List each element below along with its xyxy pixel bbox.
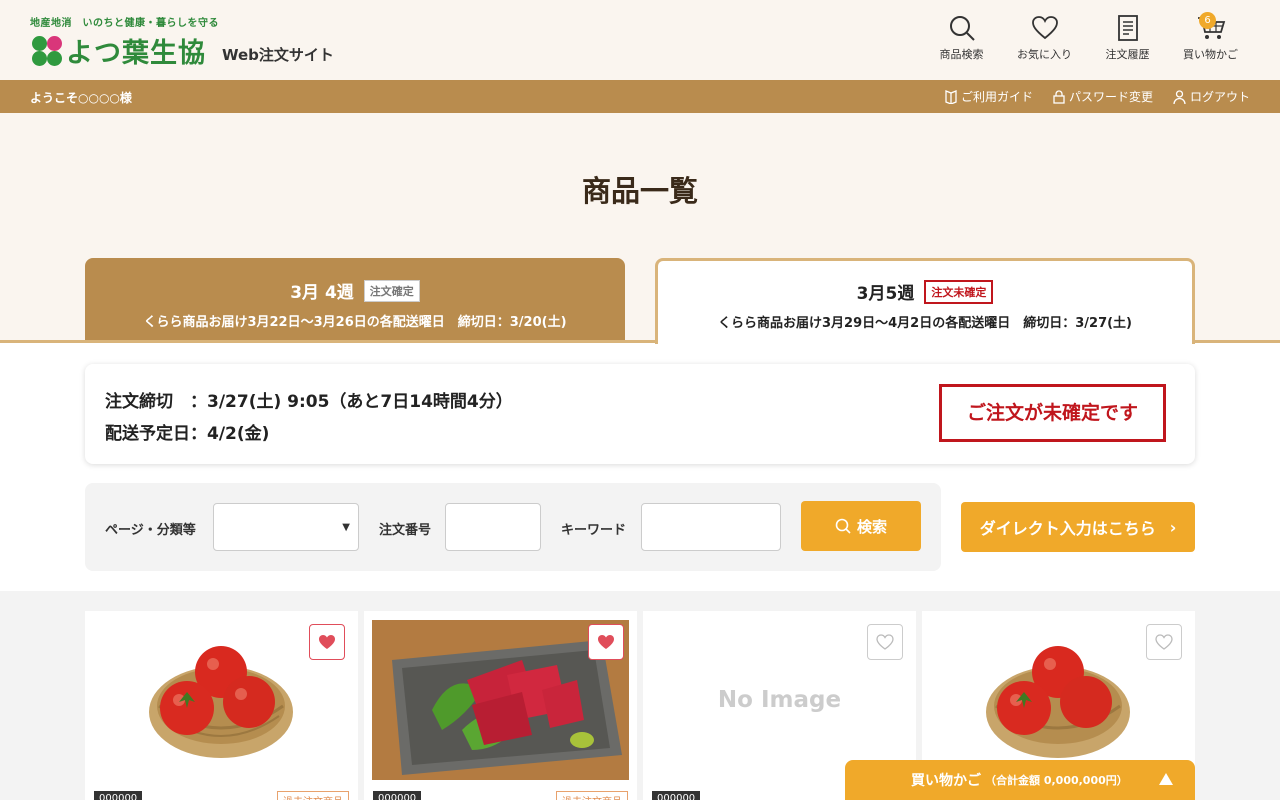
search-button[interactable]: 検索 bbox=[801, 501, 921, 551]
guide-link[interactable]: ご利用ガイド bbox=[945, 88, 1033, 105]
nav-label: 買い物かご bbox=[1183, 48, 1238, 61]
logout-link-label: ログアウト bbox=[1189, 90, 1250, 104]
search-button-label: 検索 bbox=[856, 517, 887, 536]
logout-link[interactable]: ログアウト bbox=[1173, 88, 1250, 105]
product-card[interactable]: 000000 過去注文商品 bbox=[85, 611, 358, 800]
status-badge: 注文未確定 bbox=[924, 279, 994, 304]
heart-icon bbox=[1031, 16, 1058, 40]
tab-week-label: 3月 4週 bbox=[290, 283, 354, 303]
lock-icon bbox=[1053, 89, 1065, 104]
direct-input-label: ダイレクト入力はこちら bbox=[979, 519, 1156, 538]
search-icon bbox=[835, 518, 851, 534]
chevron-right-icon: › bbox=[1169, 517, 1177, 537]
password-link-label: パスワード変更 bbox=[1068, 90, 1153, 104]
site-header: 地産地消 いのちと健康・暮らしを守る よつ葉生協 Web注文サイト 商品検索 お… bbox=[0, 0, 1280, 80]
product-code: 000000 bbox=[652, 791, 701, 800]
favorite-toggle[interactable] bbox=[867, 624, 903, 660]
nav-label: 商品検索 bbox=[939, 48, 984, 61]
delivery-date: 配送予定日：4/2(金) bbox=[105, 424, 270, 444]
nav-product-search[interactable]: 商品検索 bbox=[920, 14, 1003, 62]
dropdown-arrow-icon: ▼ bbox=[342, 522, 350, 533]
password-change-link[interactable]: パスワード変更 bbox=[1053, 88, 1153, 105]
nav-label: 注文履歴 bbox=[1105, 48, 1150, 61]
guide-link-label: ご利用ガイド bbox=[960, 90, 1033, 104]
heart-icon bbox=[319, 635, 335, 649]
status-badge: 注文確定 bbox=[363, 279, 420, 302]
user-bar: ようこそ○○○○様 ご利用ガイド パスワード変更 ログアウト bbox=[0, 80, 1280, 113]
user-icon bbox=[1173, 89, 1186, 104]
product-code: 000000 bbox=[94, 791, 143, 800]
chevron-up-icon[interactable] bbox=[1159, 773, 1173, 785]
order-status-alert: ご注文が未確定です bbox=[939, 384, 1166, 442]
favorite-toggle[interactable] bbox=[309, 624, 345, 660]
direct-input-button[interactable]: ダイレクト入力はこちら › bbox=[961, 502, 1195, 552]
keyword-input[interactable] bbox=[641, 503, 781, 551]
cart-total: （合計金額 0,000,000円） bbox=[985, 774, 1128, 787]
order-info-box: 注文締切 ：3/27(土) 9:05（あと7日14時間4分） 配送予定日：4/2… bbox=[85, 364, 1195, 464]
heart-outline-icon bbox=[876, 634, 894, 650]
tab-description: くらら商品お届け3月22日〜3月26日の各配送曜日 締切日：3/20(土) bbox=[143, 315, 567, 330]
nav-favorites[interactable]: お気に入り bbox=[1003, 14, 1086, 62]
floating-cart-bar[interactable]: 買い物かご （合計金額 0,000,000円） bbox=[845, 760, 1195, 800]
logo-name: よつ葉生協 bbox=[66, 38, 206, 69]
product-card[interactable]: 000000 過去注文商品 bbox=[364, 611, 637, 800]
order-deadline: 注文締切 ：3/27(土) 9:05（あと7日14時間4分） bbox=[105, 392, 513, 412]
tab-description: くらら商品お届け3月29日〜4月2日の各配送曜日 締切日：3/27(土) bbox=[718, 316, 1132, 331]
nav-label: お気に入り bbox=[1017, 48, 1072, 61]
product-code: 000000 bbox=[373, 791, 422, 800]
site-logo[interactable]: 地産地消 いのちと健康・暮らしを守る よつ葉生協 Web注文サイト bbox=[30, 14, 334, 70]
logo-subtitle: Web注文サイト bbox=[222, 46, 334, 64]
search-filter: ページ・分類等 ▼ 注文番号 キーワード 検索 bbox=[85, 483, 941, 571]
order-number-input[interactable] bbox=[445, 503, 541, 551]
keyword-label: キーワード bbox=[561, 523, 627, 538]
page-category-select[interactable]: ▼ bbox=[213, 503, 359, 551]
page-title: 商品一覧 bbox=[581, 174, 698, 208]
order-number-label: 注文番号 bbox=[379, 523, 432, 538]
page-category-label: ページ・分類等 bbox=[105, 523, 196, 538]
header-nav: 商品検索 お気に入り 注文履歴 6 買い物かご bbox=[920, 12, 1252, 62]
nav-cart[interactable]: 6 買い物かご bbox=[1169, 12, 1252, 62]
tab-week-label: 3月5週 bbox=[856, 284, 915, 304]
logo-tagline: 地産地消 いのちと健康・暮らしを守る bbox=[30, 18, 219, 29]
document-icon bbox=[1117, 15, 1138, 41]
favorite-toggle[interactable] bbox=[1146, 624, 1182, 660]
past-order-tag: 過去注文商品 bbox=[556, 791, 628, 800]
nav-order-history[interactable]: 注文履歴 bbox=[1086, 14, 1169, 62]
cart-bar-label: 買い物かご bbox=[911, 773, 981, 789]
heart-icon bbox=[598, 635, 614, 649]
tab-week-5[interactable]: 3月5週 注文未確定 くらら商品お届け3月29日〜4月2日の各配送曜日 締切日：… bbox=[655, 258, 1195, 344]
past-order-tag: 過去注文商品 bbox=[277, 791, 349, 800]
clover-logo-icon bbox=[30, 34, 64, 68]
welcome-text: ようこそ○○○○様 bbox=[30, 91, 132, 105]
book-icon bbox=[945, 89, 957, 104]
cart-count-badge: 6 bbox=[1199, 12, 1216, 29]
favorite-toggle[interactable] bbox=[588, 624, 624, 660]
heart-outline-icon bbox=[1155, 634, 1173, 650]
tab-week-4[interactable]: 3月 4週 注文確定 くらら商品お届け3月22日〜3月26日の各配送曜日 締切日… bbox=[85, 258, 625, 342]
search-icon bbox=[949, 16, 975, 41]
